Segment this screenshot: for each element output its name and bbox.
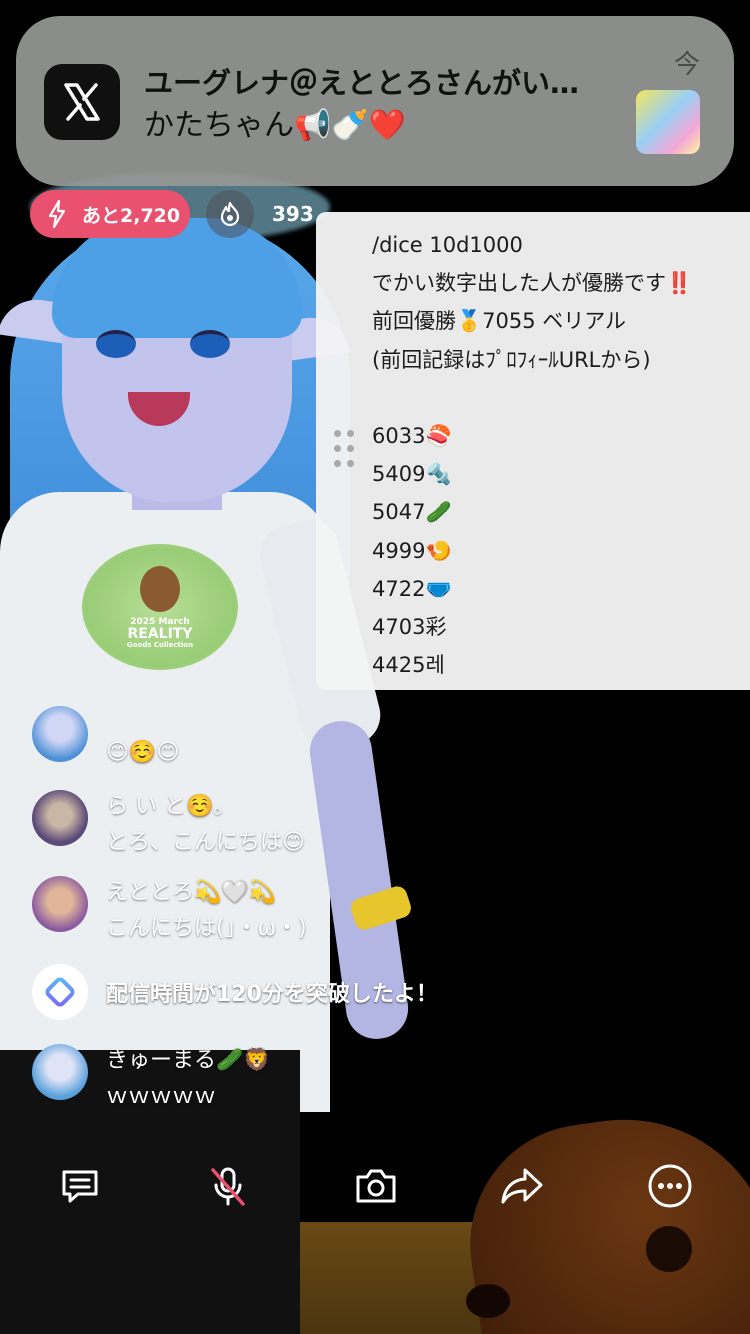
pinned-line: 5409🔩 <box>372 462 452 487</box>
pinned-line: 4722🩲 <box>372 576 452 601</box>
capybara-nose <box>466 1284 510 1318</box>
pinned-line: 4999🍤 <box>372 538 452 563</box>
pinned-line <box>372 379 692 417</box>
avatar-eye-right <box>190 330 230 358</box>
more-icon <box>648 1164 692 1208</box>
more-button[interactable] <box>634 1150 706 1222</box>
avatar[interactable] <box>32 790 88 846</box>
comment-button[interactable] <box>44 1150 116 1222</box>
bottom-toolbar <box>0 1150 750 1222</box>
avatar[interactable] <box>32 706 88 762</box>
pinned-message-panel[interactable]: /dice 10d1000 でかい数字出した人が優勝です‼️ 前回優勝🥇7055… <box>316 212 750 690</box>
mic-muted-icon <box>211 1167 245 1206</box>
pinned-line: 6033🍣 <box>372 423 452 448</box>
mic-toggle-button[interactable] <box>192 1150 264 1222</box>
chat-message-text: 😊☺️😊 <box>106 740 180 765</box>
remaining-points-label: あと2,720 <box>82 204 181 227</box>
system-message-text: 配信時間が120分を突破したよ！ <box>106 982 438 1007</box>
shirt-badge-line2: REALITY <box>127 626 193 643</box>
pinned-line: /dice 10d1000 <box>372 233 523 257</box>
camera-icon <box>356 1169 396 1203</box>
remaining-points-chip[interactable]: あと2,720 <box>30 190 190 238</box>
push-notification-banner[interactable]: ユーグレナ＠えととろさんがい… かたちゃん📢🍼❤️ 今 <box>16 16 734 186</box>
shirt-badge-line3: Goods Collection <box>126 641 194 650</box>
flame-chip[interactable] <box>206 190 254 238</box>
notification-thumbnail <box>636 90 700 154</box>
pinned-line: 4703彩 <box>372 614 447 639</box>
x-logo-icon <box>44 64 120 140</box>
pinned-line: 5047🥒 <box>372 500 452 525</box>
chat-message-text: とろ、こんにちは😊 <box>106 830 305 855</box>
pinned-line: 前回優勝🥇7055 ベリアル <box>372 309 627 334</box>
notification-body: かたちゃん📢🍼❤️ <box>144 108 407 143</box>
viewer-count: 393 <box>272 202 314 226</box>
avatar[interactable] <box>32 876 88 932</box>
lightning-icon <box>40 197 74 231</box>
share-button[interactable] <box>486 1150 558 1222</box>
drag-handle-icon[interactable] <box>334 430 356 470</box>
notification-title: ユーグレナ＠えととろさんがい… <box>144 66 580 100</box>
chat-message-text: こんにちは(」・ω・) <box>106 916 307 941</box>
reality-logo-icon <box>32 964 88 1020</box>
avatar-eye-left <box>96 330 136 358</box>
chat-username: えととろ💫🤍💫 <box>106 880 277 905</box>
pinned-line: (前回記録はﾌﾟﾛﾌｨｰﾙURLから) <box>372 347 651 372</box>
share-icon <box>501 1168 543 1204</box>
capybara-eye <box>646 1226 692 1272</box>
pinned-line: 4425레 <box>372 653 445 678</box>
chat-username: ら い と☺️。 <box>106 794 236 819</box>
flame-icon <box>220 201 240 227</box>
pinned-message-text: /dice 10d1000 でかい数字出した人が優勝です‼️ 前回優勝🥇7055… <box>372 226 692 684</box>
camera-button[interactable] <box>340 1150 412 1222</box>
notification-time: 今 <box>673 50 700 80</box>
comment-icon <box>62 1170 98 1203</box>
chat-message-text: ｗｗｗｗｗ <box>106 1084 217 1109</box>
shirt-badge-text: 2025 March REALITY Goods Collection <box>112 617 208 650</box>
chat-username: きゅーまる🥒🦁 <box>106 1048 271 1073</box>
avatar[interactable] <box>32 1044 88 1100</box>
pinned-line: でかい数字出した人が優勝です‼️ <box>372 271 693 296</box>
bear-icon <box>140 566 180 612</box>
